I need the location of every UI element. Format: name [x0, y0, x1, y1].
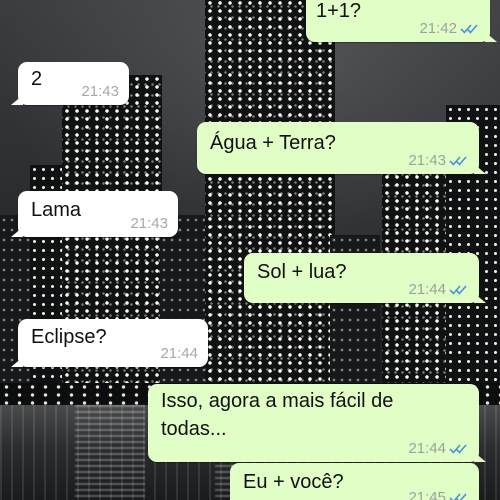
message-outgoing[interactable]: Isso, agora a mais fácil de todas... 21:… [148, 384, 486, 462]
message-meta: 21:44 [408, 281, 469, 298]
bubble-tail [474, 293, 486, 303]
bubble-tail [11, 95, 23, 105]
message-time: 21:44 [408, 440, 446, 457]
double-check-read-icon [449, 284, 469, 296]
message-incoming[interactable]: 2 21:43 [11, 62, 129, 105]
message-time: 21:45 [408, 489, 446, 500]
message-time: 21:43 [408, 152, 446, 169]
double-check-read-icon [449, 443, 469, 455]
bubble-tail [485, 32, 497, 42]
message-text: 2 [31, 68, 43, 90]
message-meta: 21:42 [419, 20, 480, 37]
message-time: 21:44 [408, 281, 446, 298]
message-text: Eu + você? [243, 471, 344, 493]
message-time: 21:43 [130, 215, 168, 232]
message-time: 21:44 [160, 345, 198, 362]
message-incoming[interactable]: Lama 21:43 [11, 191, 178, 237]
message-text: Isso, agora a mais fácil de [161, 390, 394, 412]
bubble-tail [11, 227, 23, 237]
message-outgoing[interactable]: Sol + lua? 21:44 [244, 253, 486, 303]
message-text: Sol + lua? [257, 261, 347, 283]
message-outgoing[interactable]: Água + Terra? 21:43 [197, 122, 486, 174]
message-incoming[interactable]: Eclipse? 21:44 [11, 319, 208, 367]
message-meta: 21:43 [130, 215, 168, 232]
message-outgoing[interactable]: Eu + você? 21:45 [230, 463, 479, 500]
double-check-read-icon [449, 492, 469, 500]
message-time: 21:43 [81, 83, 119, 100]
chat-screen: 1+1? 21:42 2 21:43 Água + Terra? 21:43 L… [0, 0, 500, 500]
message-meta: 21:43 [81, 83, 119, 100]
message-outgoing[interactable]: 1+1? 21:42 [306, 0, 497, 42]
message-meta: 21:45 [408, 489, 469, 500]
message-text: Lama [31, 199, 82, 221]
message-time: 21:42 [419, 20, 457, 37]
message-text: Água + Terra? [210, 132, 336, 154]
double-check-read-icon [460, 23, 480, 35]
message-text: Eclipse? [31, 326, 107, 348]
double-check-read-icon [449, 155, 469, 167]
bubble-tail [11, 357, 23, 367]
message-text: 1+1? [316, 0, 362, 22]
message-meta: 21:44 [408, 440, 469, 457]
message-text: todas... [161, 418, 227, 440]
bubble-tail [474, 452, 486, 462]
message-meta: 21:44 [160, 345, 198, 362]
message-meta: 21:43 [408, 152, 469, 169]
bubble-tail [474, 164, 486, 174]
